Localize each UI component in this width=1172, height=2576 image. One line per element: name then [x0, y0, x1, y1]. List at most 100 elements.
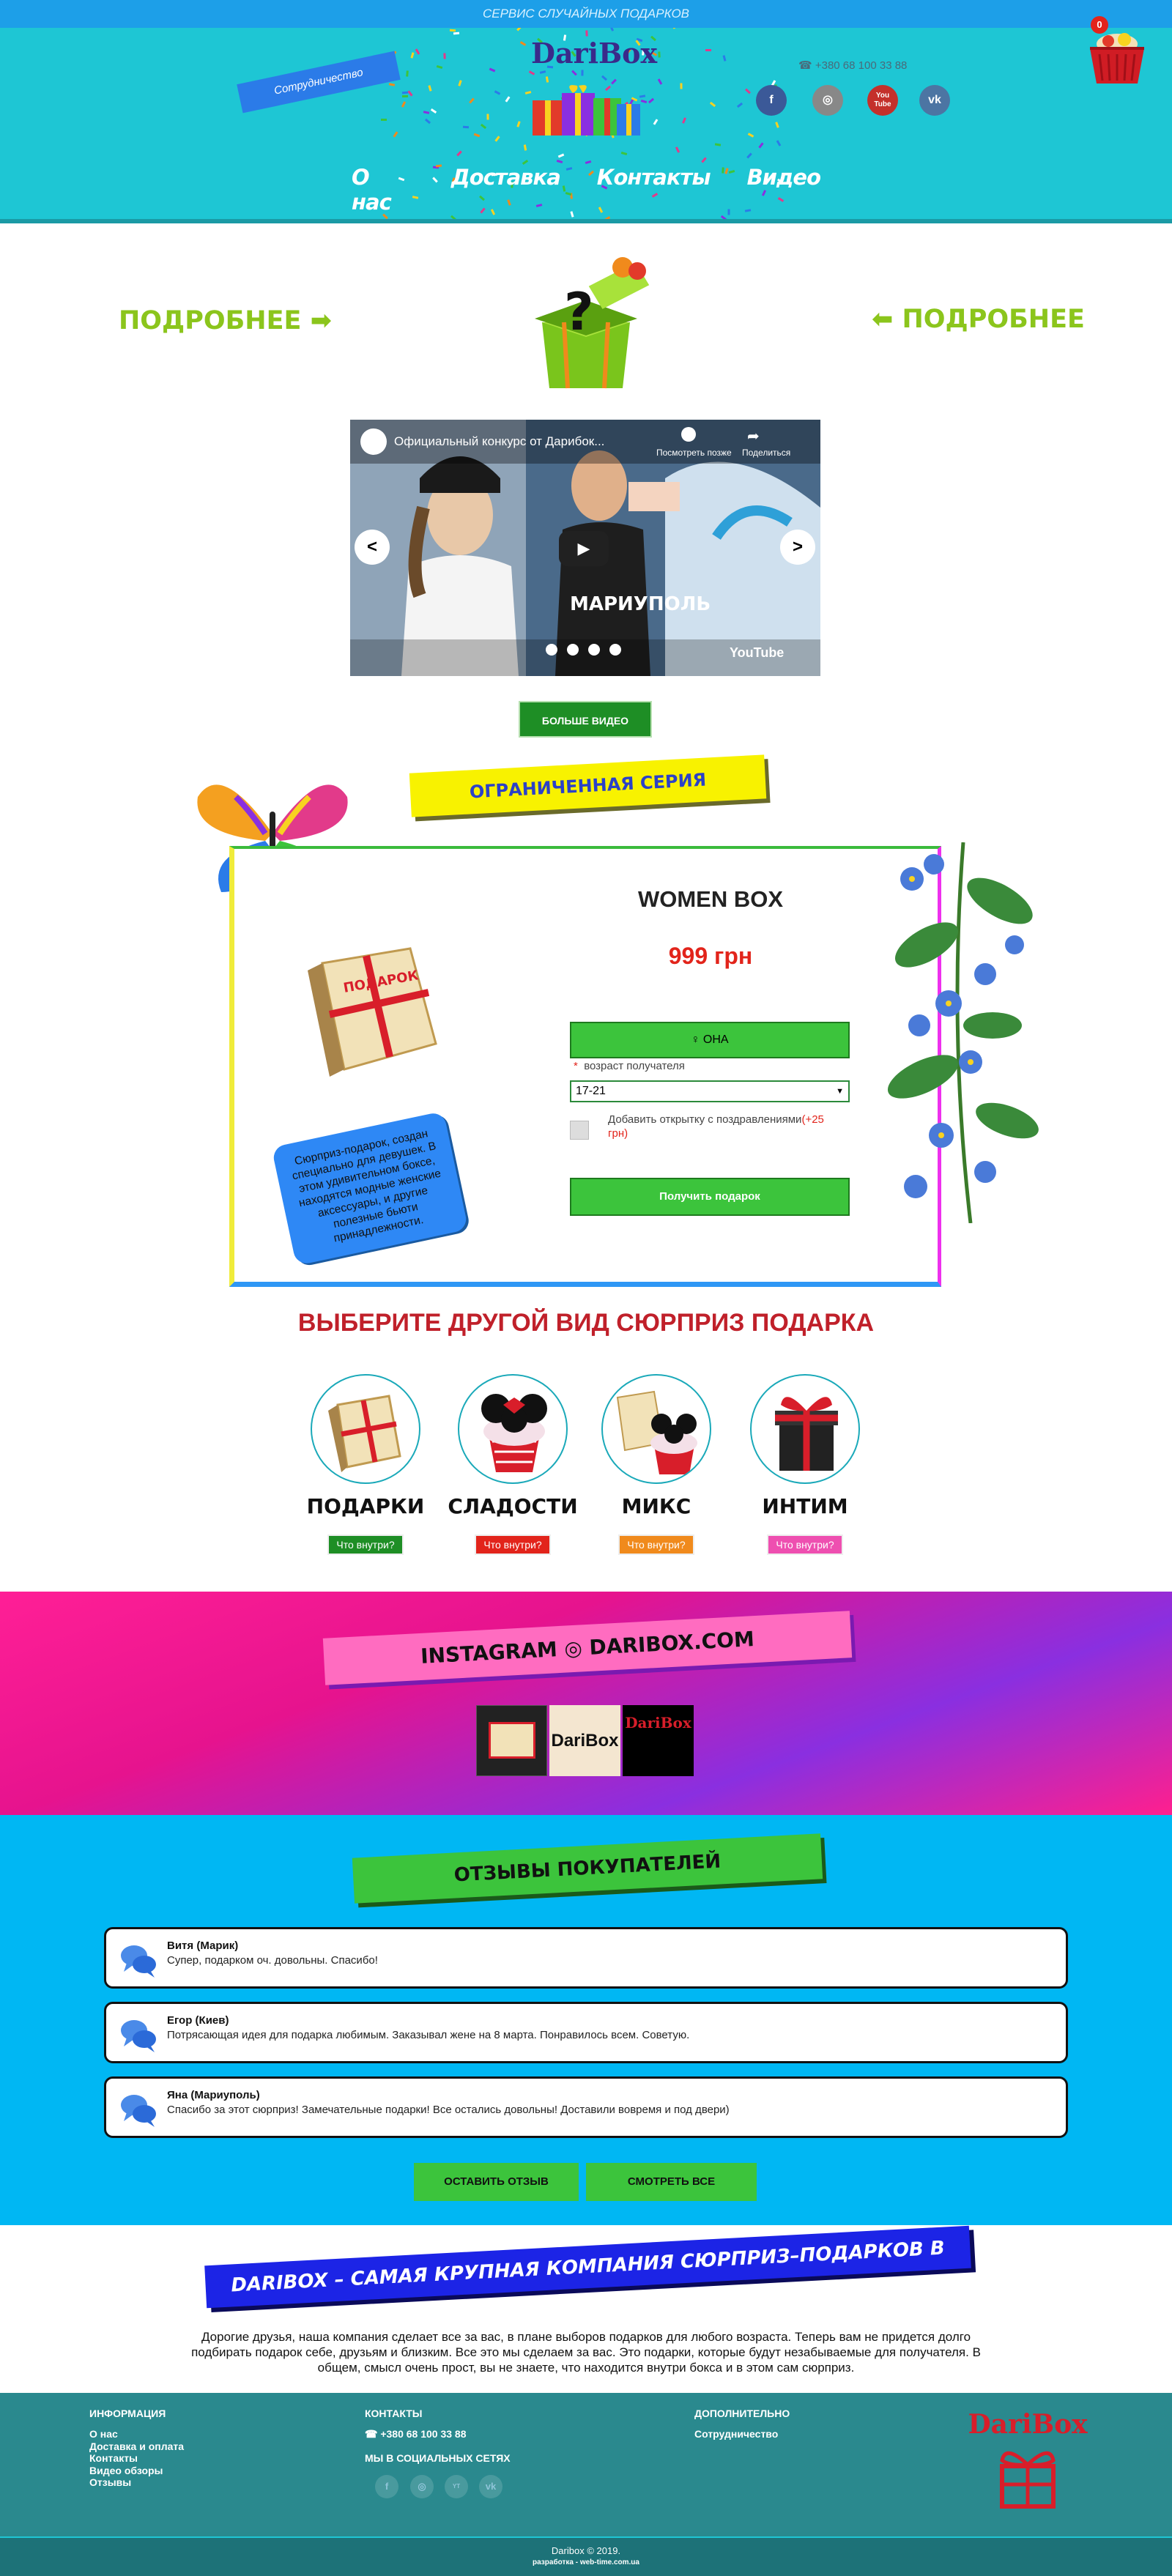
nav-video[interactable]: Видео	[747, 165, 821, 194]
instagram-icon[interactable]: ◎	[812, 85, 843, 116]
footer-link-delivery[interactable]: Доставка и оплата	[89, 2440, 184, 2453]
get-gift-button[interactable]: Получить подарок	[570, 1178, 850, 1216]
confetti-piece	[722, 55, 727, 62]
nav-contacts[interactable]: Контакты	[597, 165, 711, 194]
confetti-piece	[621, 152, 628, 156]
slider-dot[interactable]	[546, 644, 557, 656]
confetti-piece	[744, 209, 751, 212]
instagram-post-thumb[interactable]	[476, 1705, 547, 1776]
logo[interactable]: DariBox	[531, 37, 657, 70]
nav-delivery[interactable]: Доставка	[451, 165, 561, 194]
slider-dot[interactable]	[609, 644, 621, 656]
category-image[interactable]	[311, 1374, 420, 1484]
product-image[interactable]: ПОДАРОК	[300, 941, 443, 1080]
footer-link-contacts[interactable]: Контакты	[89, 2452, 184, 2465]
nav-about[interactable]: О нас	[352, 165, 415, 215]
confetti-piece	[581, 70, 585, 76]
confetti-piece	[736, 102, 743, 108]
more-video-button[interactable]: БОЛЬШЕ ВИДЕО	[519, 701, 652, 738]
category-whats-inside-button[interactable]: Что внутри?	[475, 1534, 551, 1555]
category-whats-inside-button[interactable]: Что внутри?	[327, 1534, 404, 1555]
category-image[interactable]	[750, 1374, 860, 1484]
about-text: Дорогие друзья, наша компания сделает вс…	[191, 2330, 981, 2375]
confetti-piece	[486, 114, 489, 120]
footer-link-reviews[interactable]: Отзывы	[89, 2476, 184, 2489]
confetti-piece	[658, 51, 661, 58]
footer-link-about[interactable]: О нас	[89, 2428, 184, 2440]
confetti-piece	[570, 211, 574, 218]
category-whats-inside-button[interactable]: Что внутри?	[618, 1534, 694, 1555]
postcard-checkbox[interactable]	[570, 1121, 589, 1140]
footer-vk-icon[interactable]: vk	[479, 2475, 502, 2498]
category-image[interactable]	[601, 1374, 711, 1484]
watch-later-label[interactable]: Посмотреть позже	[656, 448, 732, 458]
age-select[interactable]: 17-21 ▼	[570, 1080, 850, 1102]
confetti-piece	[502, 219, 508, 222]
confetti-piece	[585, 160, 591, 164]
footer-phone[interactable]: ☎ +380 68 100 33 88	[365, 2428, 467, 2440]
more-link-left[interactable]: ПОДРОБНЕЕ ➡	[119, 306, 332, 335]
header-phone[interactable]: ☎ +380 68 100 33 88	[798, 59, 907, 72]
clock-icon[interactable]	[681, 427, 696, 442]
limited-series-banner: ОГРАНИЧЕННАЯ СЕРИЯ	[409, 754, 767, 817]
video-next-button[interactable]: >	[780, 530, 815, 565]
gender-she-button[interactable]: ♀ ОНА	[570, 1022, 850, 1058]
confetti-piece	[653, 118, 659, 125]
channel-avatar[interactable]	[360, 428, 387, 455]
confetti-piece	[415, 48, 420, 55]
share-label[interactable]: Поделиться	[742, 448, 790, 458]
video-title[interactable]: Официальный конкурс от Дарибок...	[394, 434, 604, 449]
play-button[interactable]: ▶	[559, 531, 609, 566]
confetti-piece	[777, 197, 785, 203]
footer-extra-heading: ДОПОЛНИТЕЛЬНО	[694, 2408, 790, 2419]
category-name[interactable]: ПОДАРКИ	[292, 1494, 439, 1518]
cooperation-button[interactable]: Сотрудничество	[237, 51, 401, 114]
video-prev-button[interactable]: <	[355, 530, 390, 565]
chat-bubbles-icon	[121, 1945, 156, 1978]
video-player[interactable]: МАРИУПОЛЬ Официальный конкурс от Дарибок…	[350, 420, 820, 676]
review-card: Яна (Мариуполь) Спасибо за этот сюрприз! …	[104, 2076, 1068, 2138]
footer-bottom: Daribox © 2019. разработка - web-time.co…	[0, 2536, 1172, 2576]
age-value: 17-21	[576, 1085, 606, 1097]
confetti-piece	[775, 122, 780, 128]
leave-review-button[interactable]: ОСТАВИТЬ ОТЗЫВ	[414, 2163, 579, 2201]
mystery-box-icon: ?	[535, 257, 650, 389]
category-name[interactable]: МИКС	[583, 1494, 730, 1518]
confetti-piece	[480, 123, 486, 130]
category-name[interactable]: ИНТИМ	[732, 1494, 878, 1518]
footer-contacts-heading: КОНТАКТЫ	[365, 2408, 423, 2419]
slider-dot[interactable]	[588, 644, 600, 656]
developer-credit[interactable]: разработка - web-time.com.ua	[0, 2558, 1172, 2566]
category-image[interactable]	[458, 1374, 568, 1484]
category-name[interactable]: СЛАДОСТИ	[440, 1494, 586, 1518]
category-whats-inside-button[interactable]: Что внутри?	[767, 1534, 843, 1555]
share-icon[interactable]: ➦	[747, 427, 760, 445]
confetti-piece	[407, 90, 413, 97]
more-link-right[interactable]: ⬅ ПОДРОБНЕЕ	[872, 305, 1085, 334]
confetti-piece	[494, 90, 500, 95]
footer-youtube-icon[interactable]: YT	[445, 2475, 468, 2498]
confetti-piece	[520, 41, 527, 47]
footer-link-video[interactable]: Видео обзоры	[89, 2465, 184, 2477]
youtube-icon[interactable]: You Tube	[867, 85, 898, 116]
svg-text:?: ?	[564, 282, 594, 342]
instagram-post-thumb[interactable]: DariBox	[623, 1705, 694, 1776]
confetti-piece	[458, 80, 463, 86]
confetti-piece	[727, 209, 730, 215]
confetti-piece	[443, 53, 446, 59]
confetti-piece	[453, 31, 459, 34]
footer-logo[interactable]: DariBox	[965, 2409, 1090, 2440]
view-all-reviews-button[interactable]: СМОТРЕТЬ ВСЕ	[586, 2163, 757, 2201]
footer-link-cooperation[interactable]: Сотрудничество	[694, 2428, 778, 2440]
confetti-piece	[430, 108, 437, 114]
youtube-logo[interactable]: YouTube	[730, 645, 784, 661]
confetti-piece	[412, 196, 419, 199]
postcard-label-text: Добавить открытку с поздравлениями	[608, 1113, 802, 1126]
instagram-post-thumb[interactable]: DariBox	[549, 1705, 620, 1776]
footer-facebook-icon[interactable]: f	[375, 2475, 398, 2498]
vk-icon[interactable]: vk	[919, 85, 950, 116]
slider-dot[interactable]	[567, 644, 579, 656]
confetti-piece	[462, 126, 470, 129]
footer-instagram-icon[interactable]: ◎	[410, 2475, 434, 2498]
facebook-icon[interactable]: f	[756, 85, 787, 116]
